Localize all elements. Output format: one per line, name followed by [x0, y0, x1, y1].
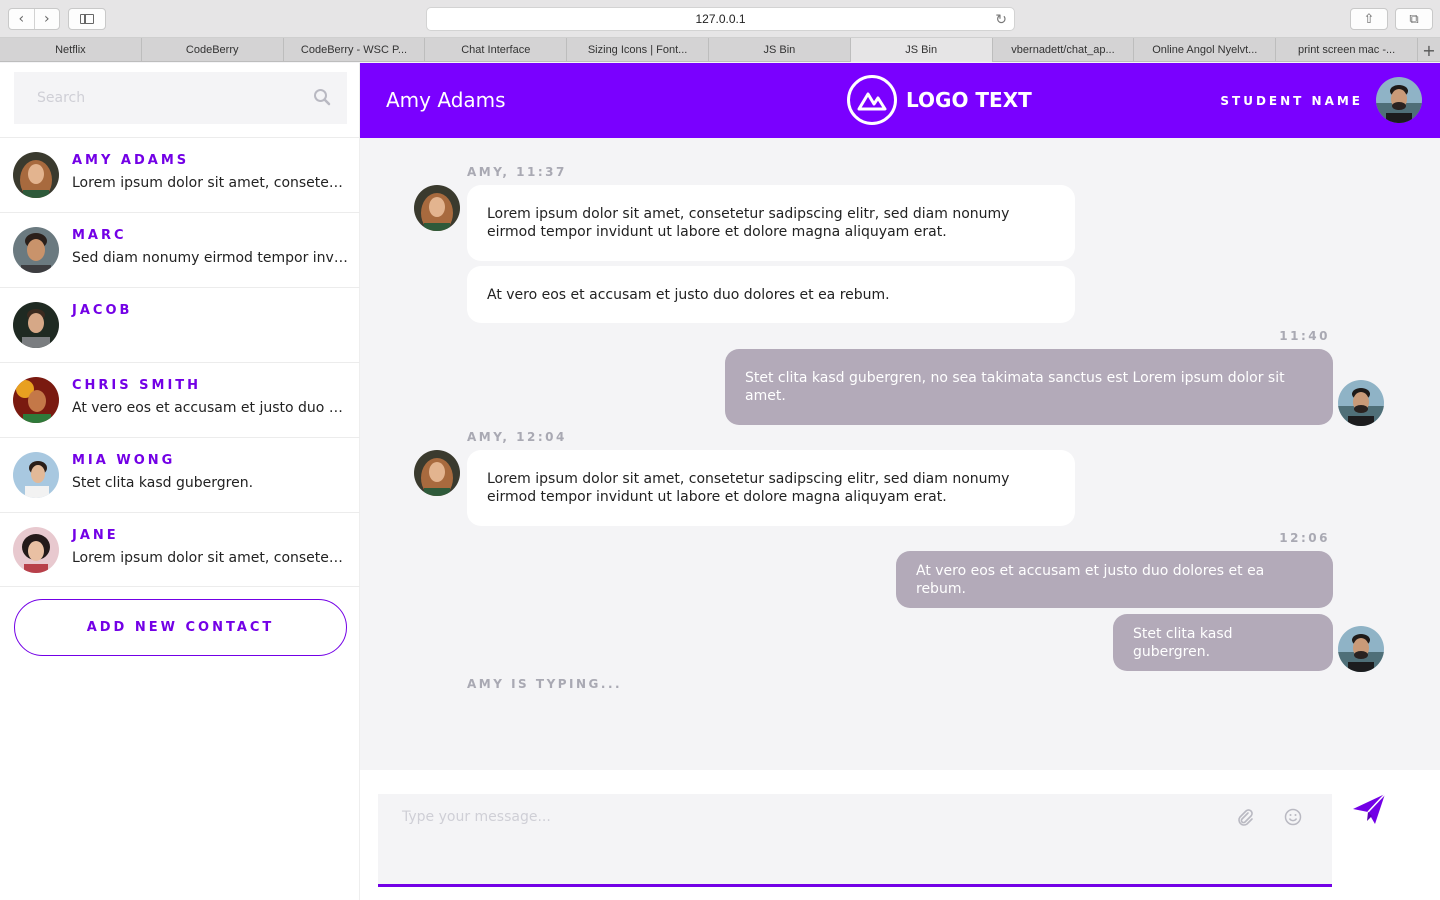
browser-tab[interactable]: CodeBerry - WSC P...: [284, 38, 426, 62]
contact-name: JANE: [72, 528, 119, 543]
forward-icon[interactable]: ›: [33, 9, 60, 29]
contact-item-marc[interactable]: MARC Sed diam nonumy eirmod tempor invid…: [0, 212, 360, 287]
browser-tab[interactable]: Online Angol Nyelvt...: [1134, 38, 1277, 62]
contacts-sidebar: AMY ADAMS Lorem ipsum dolor sit amet, co…: [0, 63, 360, 900]
message-meta: 11:40: [1279, 329, 1330, 343]
avatar: [1338, 380, 1384, 426]
address-bar[interactable]: 127.0.0.1 ↻: [426, 7, 1015, 31]
browser-tab-active[interactable]: JS Bin: [850, 38, 993, 62]
avatar: [414, 450, 460, 496]
contact-name: JACOB: [72, 303, 133, 318]
history-nav: ‹ ›: [8, 8, 60, 30]
add-new-contact-button[interactable]: ADD NEW CONTACT: [14, 599, 347, 656]
message-input[interactable]: [378, 794, 1198, 874]
contact-item-mia-wong[interactable]: MIA WONG Stet clita kasd gubergren.: [0, 437, 360, 512]
contact-item-amy-adams[interactable]: AMY ADAMS Lorem ipsum dolor sit amet, co…: [0, 137, 360, 212]
contact-preview: Lorem ipsum dolor sit amet, consetetur s…: [72, 175, 348, 191]
avatar: [1338, 626, 1384, 672]
contact-name: AMY ADAMS: [72, 153, 190, 168]
conversation-title: Amy Adams: [386, 88, 506, 112]
contact-preview: Sed diam nonumy eirmod tempor invidunt: [72, 250, 348, 266]
contact-preview: Stet clita kasd gubergren.: [72, 475, 254, 491]
contact-name: MARC: [72, 228, 127, 243]
student-name: STUDENT NAME: [1220, 94, 1363, 108]
browser-tab[interactable]: JS Bin: [709, 38, 851, 62]
logo-mountain-icon: [847, 75, 897, 125]
contact-preview: At vero eos et accusam et justo duo dolo…: [72, 400, 348, 416]
typing-indicator: AMY IS TYPING...: [467, 677, 623, 691]
browser-toolbar: ‹ › 127.0.0.1 ↻ ⇧ ⧉: [0, 0, 1440, 38]
contact-name: MIA WONG: [72, 453, 176, 468]
received-message: Lorem ipsum dolor sit amet, consetetur s…: [467, 450, 1075, 526]
browser-tab[interactable]: CodeBerry: [142, 38, 284, 62]
avatar: [13, 452, 59, 498]
chat-header: Amy Adams LOGO TEXT STUDENT NAME: [360, 63, 1440, 138]
avatar: [13, 227, 59, 273]
avatar: [13, 152, 59, 198]
avatar: [414, 185, 460, 231]
message-composer: [360, 770, 1440, 900]
search-box: [14, 72, 347, 124]
logo-text: LOGO TEXT: [906, 88, 1032, 112]
user-avatar[interactable]: [1376, 77, 1422, 123]
message-meta: AMY, 11:37: [467, 165, 567, 179]
paperclip-icon[interactable]: [1236, 808, 1254, 826]
message-thread: AMY, 11:37 Lorem ipsum dolor sit amet, c…: [360, 138, 1440, 770]
contact-item-jacob[interactable]: JACOB: [0, 287, 360, 362]
avatar: [13, 527, 59, 573]
sent-message: Stet clita kasd gubergren.: [1113, 614, 1333, 671]
browser-tab[interactable]: Chat Interface: [425, 38, 568, 62]
message-meta: AMY, 12:04: [467, 430, 567, 444]
new-tab-icon[interactable]: +: [1418, 38, 1440, 62]
message-box: [378, 794, 1332, 887]
send-icon[interactable]: [1351, 791, 1387, 827]
contact-name: CHRIS SMITH: [72, 378, 202, 393]
tab-bar: Netflix CodeBerry CodeBerry - WSC P... C…: [0, 38, 1440, 62]
reload-icon[interactable]: ↻: [995, 11, 1007, 28]
browser-tab[interactable]: Sizing Icons | Font...: [567, 38, 709, 62]
tabs-icon: ⧉: [1409, 11, 1419, 27]
sent-message: At vero eos et accusam et justo duo dolo…: [896, 551, 1333, 608]
sent-message: Stet clita kasd gubergren, no sea takima…: [725, 349, 1333, 425]
contact-preview: Lorem ipsum dolor sit amet, consetetur s…: [72, 550, 348, 566]
tabs-overview-button[interactable]: ⧉: [1395, 8, 1433, 30]
received-message: Lorem ipsum dolor sit amet, consetetur s…: [467, 185, 1075, 261]
browser-tab[interactable]: vbernadett/chat_ap...: [993, 38, 1135, 62]
avatar: [13, 377, 59, 423]
back-icon[interactable]: ‹: [9, 9, 34, 29]
search-icon[interactable]: [313, 88, 331, 106]
avatar: [13, 302, 59, 348]
contact-item-jane[interactable]: JANE Lorem ipsum dolor sit amet, consete…: [0, 512, 360, 587]
sidebar-icon: [80, 14, 94, 24]
received-message: At vero eos et accusam et justo duo dolo…: [467, 266, 1075, 323]
sidebar-toggle-button[interactable]: [68, 8, 106, 30]
emoji-icon[interactable]: [1284, 808, 1302, 826]
contact-item-chris-smith[interactable]: CHRIS SMITH At vero eos et accusam et ju…: [0, 362, 360, 437]
browser-tab[interactable]: print screen mac -...: [1276, 38, 1418, 62]
share-icon: ⇧: [1363, 11, 1375, 27]
logo: LOGO TEXT: [847, 75, 1032, 125]
message-meta: 12:06: [1279, 531, 1330, 545]
browser-tab[interactable]: Netflix: [0, 38, 142, 62]
search-input[interactable]: [14, 72, 294, 124]
share-button[interactable]: ⇧: [1350, 8, 1388, 30]
contact-list: AMY ADAMS Lorem ipsum dolor sit amet, co…: [0, 137, 360, 587]
url-text: 127.0.0.1: [695, 12, 746, 26]
